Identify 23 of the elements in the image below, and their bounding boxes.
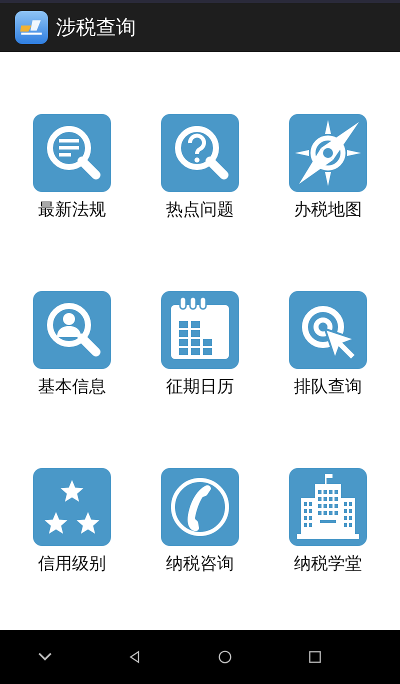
calendar-icon xyxy=(161,291,239,369)
menu-label[interactable]: 征期日历 xyxy=(166,377,234,397)
window-title: 涉税查询 xyxy=(56,14,136,41)
question-magnifier-icon xyxy=(161,114,239,192)
person-magnifier-icon xyxy=(33,291,111,369)
menu-label[interactable]: 热点问题 xyxy=(166,200,234,220)
menu-label[interactable]: 纳税学堂 xyxy=(294,554,362,574)
home-icon[interactable] xyxy=(218,650,232,664)
menu-label[interactable]: 办税地图 xyxy=(294,200,362,220)
menu-label[interactable]: 最新法规 xyxy=(38,200,106,220)
menu-label[interactable]: 基本信息 xyxy=(38,377,106,397)
menu-label[interactable]: 纳税咨询 xyxy=(166,554,234,574)
compass-icon xyxy=(289,114,367,192)
app-logo-icon xyxy=(15,11,48,44)
menu-label[interactable]: 排队查询 xyxy=(294,377,362,397)
back-icon[interactable] xyxy=(128,650,142,664)
building-icon xyxy=(289,468,367,546)
stars-icon xyxy=(33,468,111,546)
phone-icon xyxy=(161,468,239,546)
document-magnifier-icon xyxy=(33,114,111,192)
menu-label[interactable]: 信用级别 xyxy=(38,554,106,574)
recent-apps-icon[interactable] xyxy=(308,650,322,664)
target-cursor-icon xyxy=(289,291,367,369)
